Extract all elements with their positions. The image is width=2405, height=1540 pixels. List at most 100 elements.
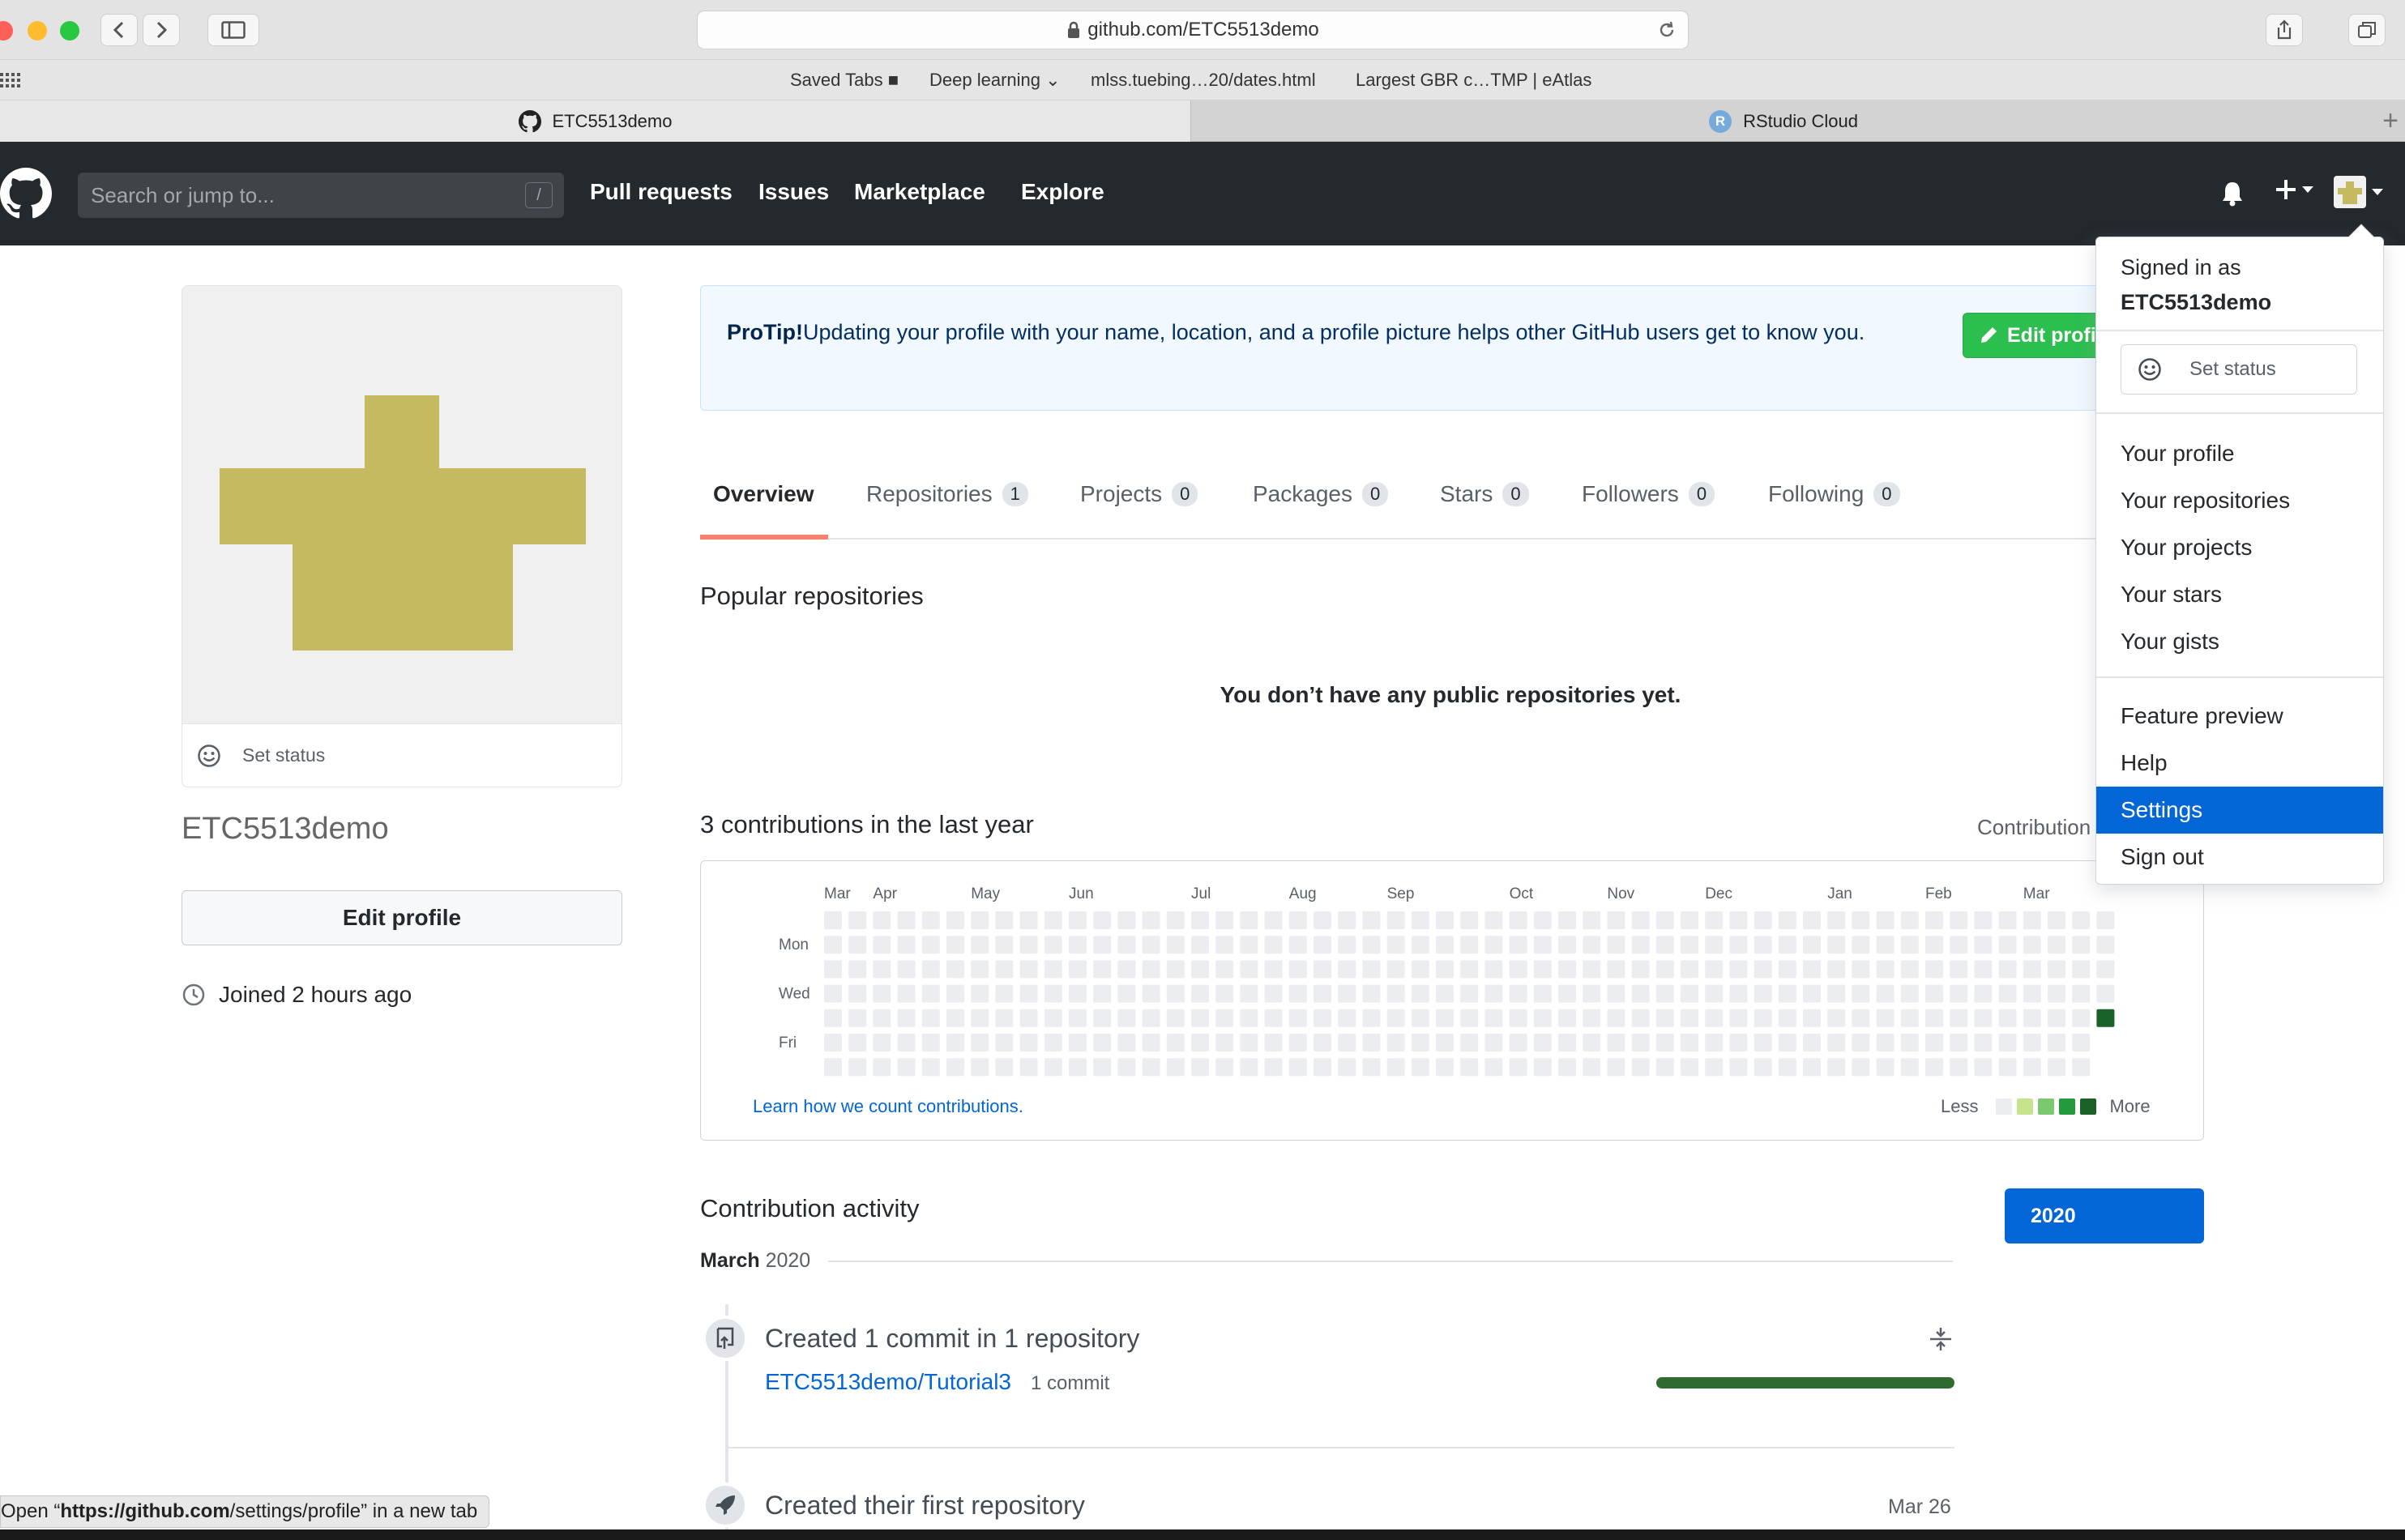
contribution-day-cell[interactable]	[1827, 1009, 1846, 1027]
contribution-day-cell[interactable]	[1044, 936, 1062, 954]
contribution-day-cell[interactable]	[897, 936, 916, 954]
contribution-day-cell[interactable]	[1484, 1034, 1503, 1052]
contribution-day-cell[interactable]	[1362, 911, 1381, 929]
contribution-day-cell[interactable]	[1852, 1058, 1870, 1077]
contribution-day-cell[interactable]	[1974, 960, 1993, 979]
contribution-day-cell[interactable]	[1729, 936, 1748, 954]
contribution-day-cell[interactable]	[1533, 911, 1552, 929]
contribution-day-cell[interactable]	[1166, 1058, 1185, 1077]
contribution-day-cell[interactable]	[1264, 1034, 1283, 1052]
contribution-day-cell[interactable]	[2023, 911, 2041, 929]
contribution-day-cell[interactable]	[1044, 1034, 1062, 1052]
contribution-day-cell[interactable]	[2096, 911, 2115, 929]
contribution-day-cell[interactable]	[1950, 984, 1968, 1003]
contribution-day-cell[interactable]	[1386, 1034, 1405, 1052]
contribution-day-cell[interactable]	[1069, 960, 1087, 979]
repo-commit-count[interactable]: 1 commit	[1031, 1372, 1109, 1395]
contribution-day-cell[interactable]	[1681, 1058, 1698, 1077]
contribution-day-cell[interactable]	[1314, 911, 1331, 929]
contribution-day-cell[interactable]	[1925, 1034, 1943, 1052]
contribution-day-cell[interactable]	[1240, 936, 1258, 954]
tab-stars[interactable]: Stars 0	[1440, 478, 1529, 510]
contribution-day-cell[interactable]	[1093, 1009, 1112, 1027]
contribution-day-cell[interactable]	[1852, 960, 1870, 979]
close-window-button[interactable]	[0, 21, 13, 41]
contribution-day-cell[interactable]	[1607, 911, 1625, 929]
contribution-day-cell[interactable]	[1852, 936, 1870, 954]
contribution-day-cell[interactable]	[1607, 1009, 1625, 1027]
contribution-day-cell[interactable]	[1509, 1034, 1527, 1052]
share-button[interactable]	[2266, 14, 2303, 46]
contribution-day-cell[interactable]	[1509, 960, 1527, 979]
contribution-day-cell[interactable]	[921, 960, 940, 979]
contribution-day-cell[interactable]	[2096, 984, 2115, 1003]
contribution-day-cell[interactable]	[1386, 1009, 1405, 1027]
nav-marketplace[interactable]: Marketplace	[854, 177, 985, 207]
contribution-day-cell[interactable]	[1264, 936, 1283, 954]
contribution-day-cell[interactable]	[1044, 911, 1062, 929]
contribution-day-cell[interactable]	[1362, 936, 1381, 954]
contribution-day-cell[interactable]	[1314, 984, 1331, 1003]
set-status-button[interactable]: Set status	[182, 723, 622, 787]
contribution-day-cell[interactable]	[1019, 984, 1038, 1003]
contribution-day-cell[interactable]	[1876, 984, 1895, 1003]
contribution-day-cell[interactable]	[1436, 1058, 1454, 1077]
contribution-day-cell[interactable]	[1240, 911, 1258, 929]
contribution-day-cell[interactable]	[1362, 1058, 1381, 1077]
contribution-day-cell[interactable]	[1729, 1058, 1748, 1077]
contribution-day-cell[interactable]	[1411, 911, 1429, 929]
contribution-day-cell[interactable]	[1655, 1009, 1674, 1027]
contribution-day-cell[interactable]	[1362, 984, 1381, 1003]
contribution-day-cell[interactable]	[1436, 1009, 1454, 1027]
contribution-day-cell[interactable]	[1436, 911, 1454, 929]
contribution-day-cell[interactable]	[1558, 984, 1576, 1003]
contribution-day-cell[interactable]	[921, 911, 940, 929]
contribution-day-cell[interactable]	[1705, 1034, 1724, 1052]
contribution-day-cell[interactable]	[1215, 960, 1234, 979]
contribution-day-cell[interactable]	[995, 911, 1014, 929]
contribution-day-cell[interactable]	[1093, 960, 1112, 979]
contribution-day-cell[interactable]	[1117, 1034, 1136, 1052]
contribution-day-cell[interactable]	[1729, 984, 1748, 1003]
year-2020-button[interactable]: 2020	[2005, 1188, 2204, 1244]
contribution-day-cell[interactable]	[824, 1034, 842, 1052]
contribution-day-cell[interactable]	[1631, 1009, 1650, 1027]
contribution-day-cell[interactable]	[1411, 1009, 1429, 1027]
contribution-day-cell[interactable]	[1533, 1009, 1552, 1027]
back-button[interactable]	[100, 14, 138, 46]
contribution-day-cell[interactable]	[873, 960, 891, 979]
nav-pull-requests[interactable]: Pull requests	[590, 177, 733, 207]
contribution-day-cell[interactable]	[848, 936, 867, 954]
repo-link[interactable]: ETC5513demo/Tutorial3	[765, 1369, 1011, 1395]
contribution-day-cell[interactable]	[873, 984, 891, 1003]
contribution-day-cell[interactable]	[824, 1058, 842, 1077]
contribution-day-cell[interactable]	[1876, 936, 1895, 954]
contribution-day-cell[interactable]	[1069, 1009, 1087, 1027]
contribution-day-cell[interactable]	[971, 960, 989, 979]
contribution-day-cell[interactable]	[1166, 911, 1185, 929]
contribution-day-cell[interactable]	[1950, 960, 1968, 979]
contribution-day-cell[interactable]	[1852, 1034, 1870, 1052]
contribution-day-cell[interactable]	[1778, 960, 1796, 979]
contribution-day-cell[interactable]	[1827, 960, 1846, 979]
first-repo-title[interactable]: Created their first repository	[765, 1491, 1085, 1521]
contribution-day-cell[interactable]	[1044, 1009, 1062, 1027]
contribution-day-cell[interactable]	[946, 1034, 964, 1052]
contribution-day-cell[interactable]	[848, 911, 867, 929]
contribution-day-cell[interactable]	[1509, 936, 1527, 954]
contribution-day-cell[interactable]	[1411, 936, 1429, 954]
contribution-day-cell[interactable]	[1950, 1034, 1968, 1052]
menu-your-stars[interactable]: Your stars	[2096, 571, 2383, 618]
contribution-day-cell[interactable]	[1754, 984, 1772, 1003]
contribution-day-cell[interactable]	[1142, 960, 1160, 979]
contribution-day-cell[interactable]	[1240, 1058, 1258, 1077]
contribution-day-cell[interactable]	[1974, 936, 1993, 954]
contribution-day-cell[interactable]	[1240, 1034, 1258, 1052]
contribution-day-cell[interactable]	[1681, 1034, 1698, 1052]
contribution-day-cell[interactable]	[1754, 1009, 1772, 1027]
bookmark-gbr[interactable]: Largest GBR c…TMP | eAtlas	[1356, 70, 1591, 91]
contribution-day-cell[interactable]	[1778, 1058, 1796, 1077]
contribution-day-cell[interactable]	[1411, 960, 1429, 979]
contribution-day-cell[interactable]	[1631, 1058, 1650, 1077]
contribution-day-cell[interactable]	[2096, 960, 2115, 979]
